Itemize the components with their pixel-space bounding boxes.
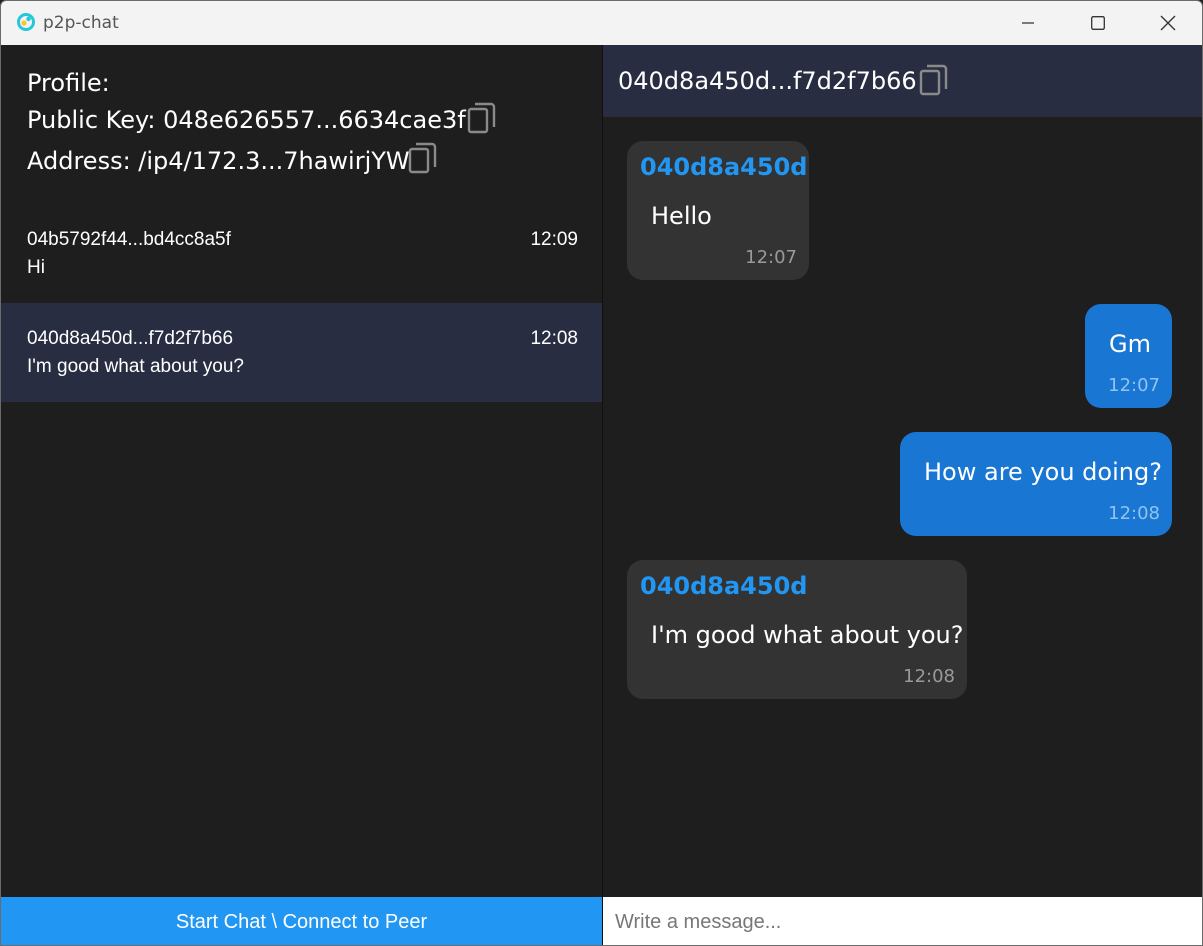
conversation-header: 040d8a450d...f7d2f7b66	[603, 45, 1202, 117]
minimize-button[interactable]	[993, 1, 1063, 45]
message-composer	[603, 897, 1202, 945]
chat-time: 12:09	[530, 229, 578, 250]
copy-address-icon[interactable]	[408, 141, 438, 175]
message-time: 12:07	[1108, 375, 1160, 396]
maximize-icon	[1091, 16, 1105, 30]
chat-last-message: I'm good what about you?	[27, 356, 244, 377]
chat-time: 12:08	[530, 328, 578, 349]
message-text: How are you doing?	[924, 458, 1162, 486]
conversation-title: 040d8a450d...f7d2f7b66	[618, 67, 917, 95]
message-text: Hello	[651, 202, 712, 230]
chat-last-message: Hi	[27, 257, 45, 278]
message-text: Gm	[1109, 330, 1151, 358]
close-icon	[1160, 15, 1176, 31]
title-bar: p2p-chat	[1, 1, 1202, 45]
app-window: p2p-chat Profile: Public Key: 048e626557…	[0, 0, 1203, 946]
address-text: Address: /ip4/172.3...7hawirjYW	[27, 147, 410, 175]
chat-list-item-active[interactable]: 040d8a450d...f7d2f7b66 12:08 I'm good wh…	[1, 303, 602, 402]
message-time: 12:07	[745, 247, 797, 268]
message-sender: 040d8a450d	[640, 153, 808, 181]
chat-list-item[interactable]: 04b5792f44...bd4cc8a5f 12:09 Hi	[1, 204, 602, 303]
message-time: 12:08	[1108, 503, 1160, 524]
close-button[interactable]	[1133, 1, 1202, 45]
message-input[interactable]	[603, 897, 1202, 945]
chat-peer-name: 04b5792f44...bd4cc8a5f	[27, 229, 231, 250]
maximize-button[interactable]	[1063, 1, 1133, 45]
message-bubble-incoming: 040d8a450d I'm good what about you? 12:0…	[627, 560, 967, 699]
copy-public-key-icon[interactable]	[467, 101, 497, 135]
chat-peer-name: 040d8a450d...f7d2f7b66	[27, 328, 234, 349]
sidebar: Profile: Public Key: 048e626557...6634ca…	[1, 45, 602, 945]
message-sender: 040d8a450d	[640, 572, 808, 600]
start-chat-button[interactable]: Start Chat \ Connect to Peer	[1, 897, 602, 945]
window-title: p2p-chat	[43, 13, 119, 33]
conversation-pane: 040d8a450d...f7d2f7b66 040d8a450d Hello …	[603, 45, 1202, 945]
app-logo-icon	[16, 12, 36, 32]
message-bubble-incoming: 040d8a450d Hello 12:07	[627, 141, 809, 280]
message-text: I'm good what about you?	[651, 621, 964, 649]
message-time: 12:08	[903, 666, 955, 687]
profile-heading: Profile:	[27, 69, 110, 97]
message-bubble-outgoing: How are you doing? 12:08	[900, 432, 1172, 536]
public-key-text: Public Key: 048e626557...6634cae3f	[27, 106, 466, 134]
minimize-icon	[1021, 16, 1035, 30]
message-bubble-outgoing: Gm 12:07	[1085, 304, 1172, 408]
copy-peer-key-icon[interactable]	[919, 63, 949, 97]
